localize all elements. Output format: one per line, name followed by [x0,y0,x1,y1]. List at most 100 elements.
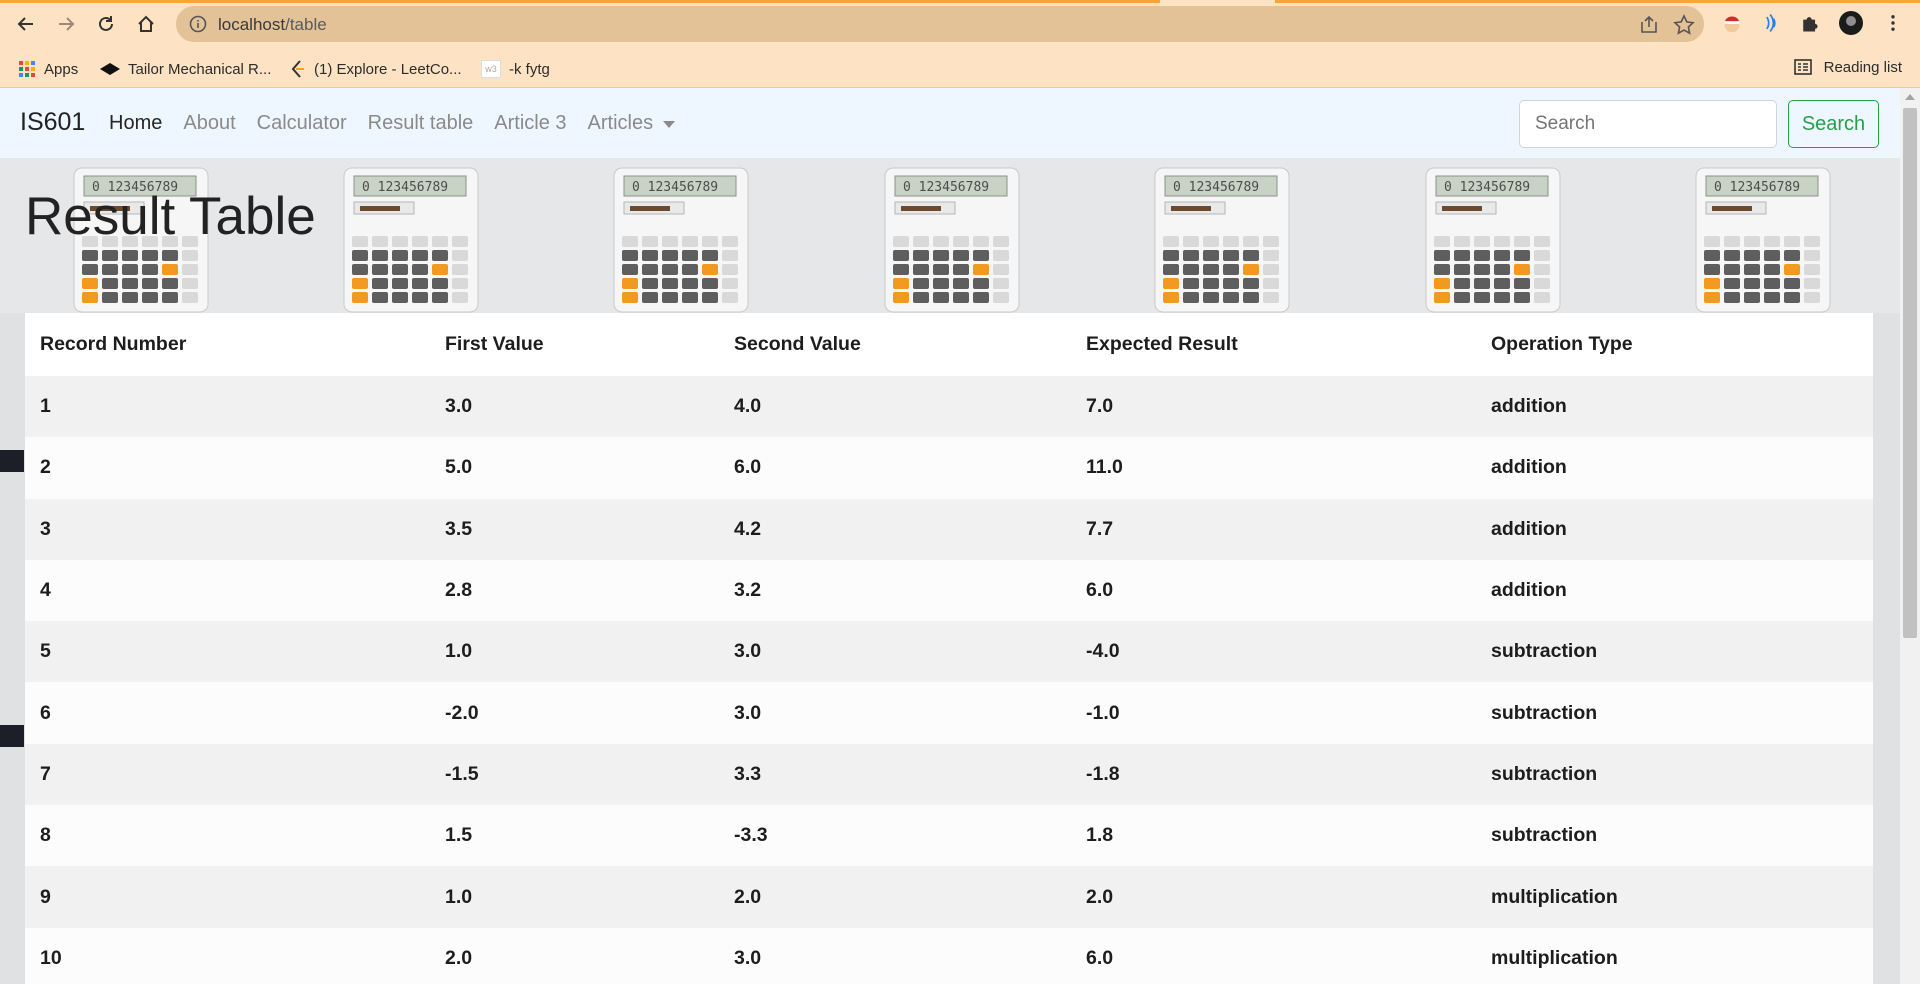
kebab-menu-icon [1891,15,1895,31]
cell-operation-type: subtraction [1491,640,1598,663]
nav-article-3[interactable]: Article 3 [494,112,566,135]
reading-list-button[interactable]: Reading list [1793,58,1902,76]
cell-second-value: 4.2 [734,517,762,540]
bookmark-w3[interactable]: w3 -k fytg [481,58,550,80]
scrollbar-thumb[interactable] [1903,108,1917,638]
cell-second-value: 4.0 [734,395,762,418]
web-page: IS601 Home About Calculator Result table… [0,88,1900,984]
cell-expected-result: -1.0 [1086,701,1120,724]
arrow-right-icon [59,17,75,31]
tailor-logo-icon [100,63,120,75]
cell-operation-type: multiplication [1491,885,1618,908]
reload-button[interactable] [92,10,120,38]
cell-operation-type: multiplication [1491,946,1618,969]
profile-button[interactable] [1838,10,1864,36]
cell-first-value: -1.5 [445,762,479,785]
calculator-display-text: 0 123456789 [632,180,718,195]
bookmark-apps[interactable]: Apps [18,58,78,80]
bookmark-star-icon[interactable] [1673,14,1695,36]
calculator-display-text: 0 123456789 [903,180,989,195]
bookmark-label: Apps [44,60,79,78]
cell-record-number: 4 [40,579,51,602]
cell-second-value: 3.0 [734,946,762,969]
result-table-container: Record Number First Value Second Value E… [25,313,1873,984]
cell-operation-type: addition [1491,395,1567,418]
browser-chrome: localhost/table Apps Tailor Mechanical R… [0,0,1920,88]
header-first-value: First Value [445,333,544,355]
info-icon[interactable] [188,14,208,34]
vertical-scrollbar[interactable] [1900,88,1920,984]
forward-button[interactable] [52,10,80,38]
reload-icon [99,16,113,31]
cell-first-value: 3.0 [445,395,473,418]
cell-first-value: 3.5 [445,517,473,540]
cell-second-value: 3.2 [734,579,762,602]
cell-first-value: 2.0 [445,946,473,969]
table-row: 3 3.5 4.2 7.7 addition [25,498,1873,560]
bookmark-label: -k fytg [509,60,550,78]
nav-about[interactable]: About [183,112,235,135]
nav-articles-label: Articles [587,112,654,134]
cell-expected-result: 1.8 [1086,824,1114,847]
cell-first-value: 1.0 [445,885,473,908]
cell-record-number: 10 [40,946,62,969]
nav-home[interactable]: Home [109,112,162,135]
nav-links: Home About Calculator Result table Artic… [109,112,696,135]
scroll-up-arrow-icon[interactable] [1905,94,1915,100]
cell-second-value: 3.0 [734,701,762,724]
search-input[interactable] [1519,100,1777,148]
cell-record-number: 1 [40,395,51,418]
home-button[interactable] [132,10,160,38]
result-table: Record Number First Value Second Value E… [25,313,1873,984]
cell-first-value: 1.5 [445,824,473,847]
w3schools-icon: w3 [481,60,501,78]
cell-expected-result: -1.8 [1086,762,1120,785]
back-button[interactable] [12,10,40,38]
cell-record-number: 9 [40,885,51,908]
bookmark-tailor[interactable]: Tailor Mechanical R... [100,58,271,80]
extension-audio-button[interactable] [1758,10,1784,36]
table-row: 2 5.0 6.0 11.0 addition [25,437,1873,499]
reading-list-label: Reading list [1823,58,1902,76]
cell-operation-type: subtraction [1491,762,1598,785]
extensions-button[interactable] [1797,10,1823,36]
menu-button[interactable] [1880,10,1906,36]
table-row: 8 1.5 -3.3 1.8 subtraction [25,805,1873,867]
nav-result-table[interactable]: Result table [368,112,474,135]
cell-second-value: 6.0 [734,456,762,479]
calculator-illustration: 0 123456789 [612,166,754,316]
puzzle-icon [1803,17,1818,32]
background-edge-mark [0,450,24,472]
cell-record-number: 6 [40,701,51,724]
page-title: Result Table [25,187,316,246]
nav-calculator[interactable]: Calculator [257,112,347,135]
share-icon[interactable] [1638,14,1660,36]
calculator-display-text: 0 123456789 [362,180,448,195]
cell-record-number: 7 [40,762,51,785]
bookmark-leetcode[interactable]: (1) Explore - LeetCo... [290,58,462,80]
cell-first-value: 1.0 [445,640,473,663]
table-row: 7 -1.5 3.3 -1.8 subtraction [25,743,1873,806]
cell-first-value: 5.0 [445,456,473,479]
cell-record-number: 3 [40,517,51,540]
cell-first-value: -2.0 [445,701,479,724]
arrow-left-icon [17,17,33,31]
cell-operation-type: subtraction [1491,824,1598,847]
url-text: localhost/table [218,15,327,35]
table-row: 9 1.0 2.0 2.0 multiplication [25,866,1873,928]
url-path: /table [285,15,327,34]
home-icon [138,15,154,32]
santa-hat-icon [1724,16,1740,33]
cell-expected-result: 6.0 [1086,946,1114,969]
browser-toolbar: localhost/table [0,0,1920,48]
apps-grid-icon [19,61,35,77]
extension-santa-button[interactable] [1719,10,1745,36]
nav-articles-dropdown[interactable]: Articles [588,112,676,135]
calculator-illustration: 0 123456789 [883,166,1025,316]
search-button[interactable]: Search [1788,100,1879,148]
address-bar[interactable]: localhost/table [176,6,1704,42]
brand-link[interactable]: IS601 [20,108,85,137]
cell-second-value: 3.3 [734,762,762,785]
cell-operation-type: addition [1491,456,1567,479]
signal-waves-icon [1766,13,1776,33]
